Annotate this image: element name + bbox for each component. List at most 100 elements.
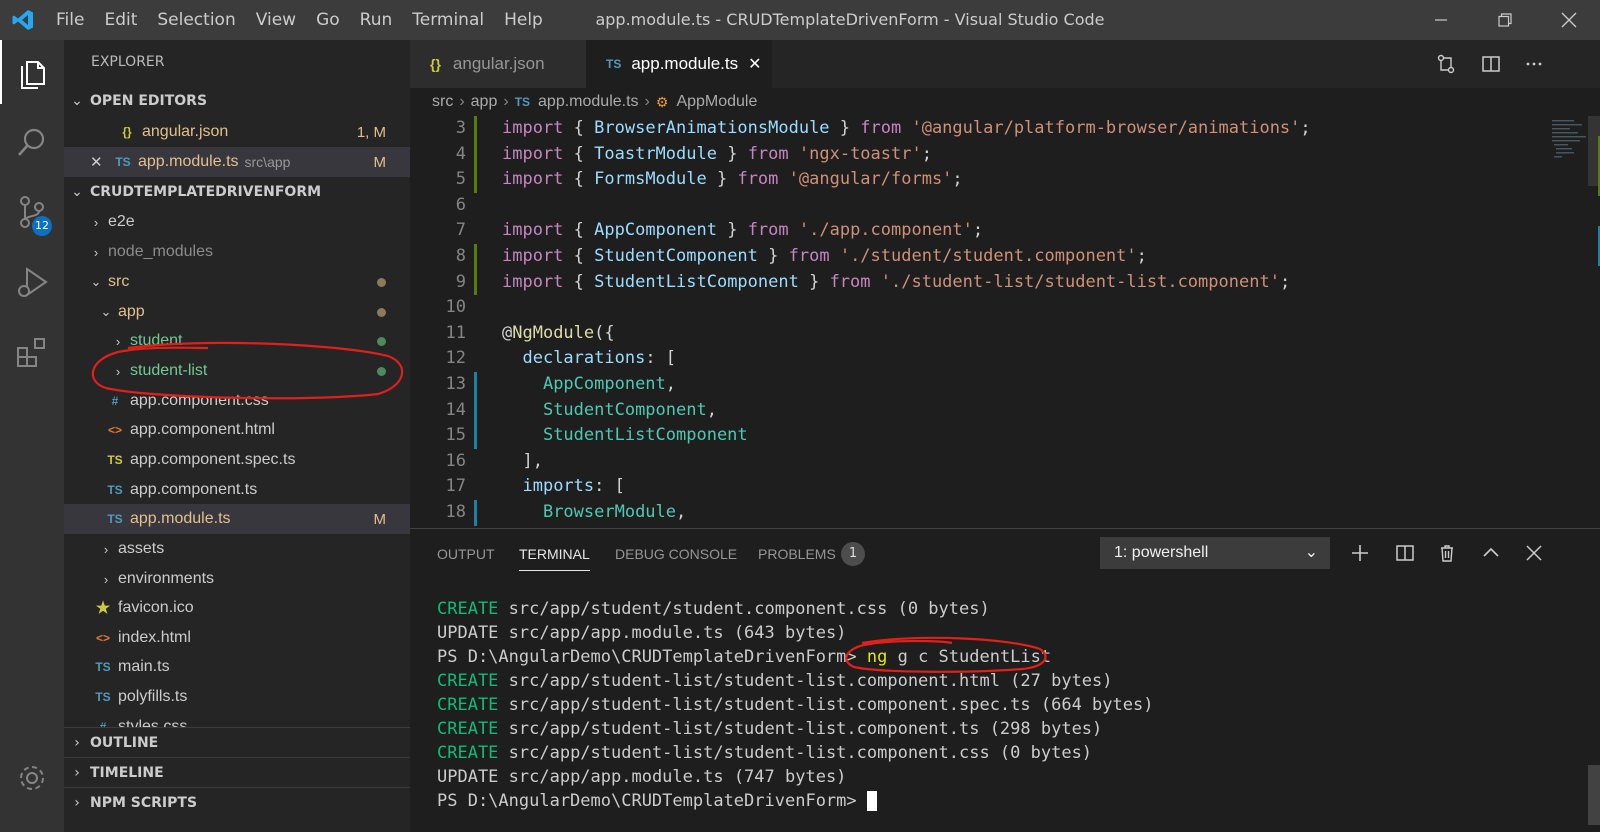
tree-file-index-html[interactable]: <> index.html: [64, 623, 410, 653]
window-title: app.module.ts - CRUDTemplateDrivenForm -…: [595, 10, 1105, 29]
git-gutter-indicator[interactable]: [474, 141, 477, 168]
vscode-window: File Edit Selection View Go Run Terminal…: [0, 0, 1600, 832]
manage-activity[interactable]: [0, 746, 64, 810]
project-header[interactable]: ⌄ CRUDTEMPLATEDRIVENFORM: [64, 177, 410, 207]
explorer-activity[interactable]: [0, 40, 64, 104]
search-activity[interactable]: [0, 110, 64, 174]
tree-folder-node-modules[interactable]: › node_modules: [64, 237, 410, 267]
menu-file[interactable]: File: [46, 0, 94, 40]
menu-view[interactable]: View: [246, 0, 306, 40]
breadcrumb-app[interactable]: app: [471, 93, 498, 111]
code-line[interactable]: 7 import { AppComponent } from './app.com…: [410, 218, 1550, 244]
code-line[interactable]: 13 AppComponent,: [410, 372, 1550, 398]
kill-terminal-button[interactable]: [1433, 539, 1461, 567]
tree-file-app-component-css[interactable]: # app.component.css: [64, 386, 410, 416]
outline-header[interactable]: › OUTLINE: [64, 727, 410, 757]
terminal-output[interactable]: CREATE src/app/student/student.component…: [437, 597, 1587, 813]
tab-angular-json[interactable]: {} angular.json: [410, 40, 586, 88]
timeline-header[interactable]: › TIMELINE: [64, 757, 410, 787]
tree-folder-e2e[interactable]: › e2e: [64, 207, 410, 237]
open-editors-header[interactable]: ⌄ OPEN EDITORS: [64, 86, 410, 116]
menu-run[interactable]: Run: [350, 0, 403, 40]
minimap[interactable]: [1500, 116, 1600, 528]
open-editor-app-module[interactable]: ✕ TS app.module.ts src\app M: [64, 147, 410, 177]
git-gutter-indicator[interactable]: [474, 116, 477, 142]
more-actions-button[interactable]: [1520, 50, 1548, 78]
terminal-scrollbar[interactable]: [1588, 765, 1600, 825]
close-window-button[interactable]: [1538, 0, 1600, 40]
ellipsis-icon: [1526, 62, 1542, 66]
terminal-select[interactable]: 1: powershell ⌄: [1100, 537, 1330, 569]
tree-file-app-component-ts[interactable]: TS app.component.ts: [64, 475, 410, 505]
split-terminal-button[interactable]: [1391, 539, 1419, 567]
activity-bar: 12: [0, 40, 64, 832]
git-gutter-indicator[interactable]: [474, 397, 477, 424]
minimize-button[interactable]: [1410, 0, 1472, 40]
tree-folder-student[interactable]: › student: [64, 326, 410, 356]
git-gutter-indicator[interactable]: [474, 372, 477, 398]
tree-file-app-component-html[interactable]: <> app.component.html: [64, 415, 410, 445]
tree-file-app-component-spec[interactable]: TS app.component.spec.ts: [64, 445, 410, 475]
code-line[interactable]: 3 import { BrowserAnimationsModule } from…: [410, 116, 1550, 142]
code-line[interactable]: 9 import { StudentListComponent } from '.…: [410, 269, 1550, 296]
extensions-activity[interactable]: [0, 320, 64, 384]
restore-button[interactable]: [1474, 0, 1536, 40]
open-changes-button[interactable]: [1432, 50, 1460, 78]
menu-terminal[interactable]: Terminal: [402, 0, 494, 40]
tab-problems[interactable]: PROBLEMS: [758, 529, 836, 579]
code-line[interactable]: 12 declarations: [: [410, 346, 1550, 372]
run-debug-activity[interactable]: [0, 250, 64, 314]
breadcrumb-src[interactable]: src: [432, 93, 453, 111]
tree-file-polyfills-ts[interactable]: TS polyfills.ts: [64, 682, 410, 712]
tree-file-main-ts[interactable]: TS main.ts: [64, 652, 410, 682]
code-line[interactable]: 16 ],: [410, 449, 1550, 475]
tree-file-app-module-ts[interactable]: TS app.module.ts M: [64, 504, 410, 534]
menu-selection[interactable]: Selection: [147, 0, 245, 40]
breadcrumb-file[interactable]: app.module.ts: [538, 93, 639, 111]
tree-item-label: student: [130, 332, 183, 349]
code-line[interactable]: 5 import { FormsModule } from '@angular/f…: [410, 167, 1550, 193]
code-line[interactable]: 10: [410, 295, 1550, 321]
git-gutter-indicator[interactable]: [474, 244, 477, 270]
npm-scripts-header[interactable]: › NPM SCRIPTS: [64, 787, 410, 817]
code-line[interactable]: 15 StudentListComponent: [410, 423, 1550, 449]
close-tab-icon[interactable]: ✕: [748, 54, 761, 74]
tab-output[interactable]: OUTPUT: [437, 529, 495, 579]
code-line[interactable]: 17 imports: [: [410, 474, 1550, 500]
maximize-panel-button[interactable]: [1477, 539, 1505, 567]
menu-go[interactable]: Go: [306, 0, 350, 40]
tree-folder-assets[interactable]: › assets: [64, 534, 410, 564]
tab-app-module-ts[interactable]: TS app.module.ts ✕: [586, 40, 772, 88]
split-editor-button[interactable]: [1477, 50, 1505, 78]
source-control-activity[interactable]: 12: [0, 180, 64, 244]
menu-edit[interactable]: Edit: [94, 0, 147, 40]
explorer-title: EXPLORER: [91, 54, 165, 70]
tree-folder-app[interactable]: ⌄ app: [64, 297, 410, 327]
tree-file-favicon[interactable]: ★ favicon.ico: [64, 593, 410, 623]
close-panel-button[interactable]: [1520, 539, 1548, 567]
code-line[interactable]: 11 @NgModule({: [410, 321, 1550, 347]
git-gutter-indicator[interactable]: [474, 500, 477, 526]
close-editor-icon[interactable]: ✕: [90, 153, 112, 171]
tree-file-styles-css[interactable]: # styles.css: [64, 712, 410, 727]
open-editor-angular-json[interactable]: {} angular.json 1, M: [64, 117, 410, 147]
tab-terminal[interactable]: TERMINAL: [519, 529, 590, 579]
tree-folder-environments[interactable]: › environments: [64, 564, 410, 594]
tab-debug-console[interactable]: DEBUG CONSOLE: [615, 529, 737, 579]
git-gutter-indicator[interactable]: [474, 269, 477, 296]
git-gutter-indicator[interactable]: [474, 423, 477, 449]
code-line[interactable]: 18 BrowserModule,: [410, 500, 1550, 526]
breadcrumb-symbol[interactable]: AppModule: [676, 93, 757, 111]
new-terminal-button[interactable]: [1346, 539, 1374, 567]
code-line[interactable]: 4 import { ToastrModule } from 'ngx-toast…: [410, 141, 1550, 168]
vscode-logo-icon: [0, 0, 46, 40]
code-line[interactable]: 6: [410, 193, 1550, 219]
tree-item-label: app.component.spec.ts: [130, 451, 296, 468]
git-gutter-indicator[interactable]: [474, 167, 477, 193]
code-line[interactable]: 8 import { StudentComponent } from './stu…: [410, 244, 1550, 270]
compare-changes-icon: [1437, 54, 1455, 74]
code-area[interactable]: 3 import { BrowserAnimationsModule } from…: [410, 116, 1550, 528]
tree-folder-student-list[interactable]: › student-list: [64, 356, 410, 386]
code-line[interactable]: 14 StudentComponent,: [410, 397, 1550, 424]
tree-folder-src[interactable]: ⌄ src: [64, 267, 410, 297]
